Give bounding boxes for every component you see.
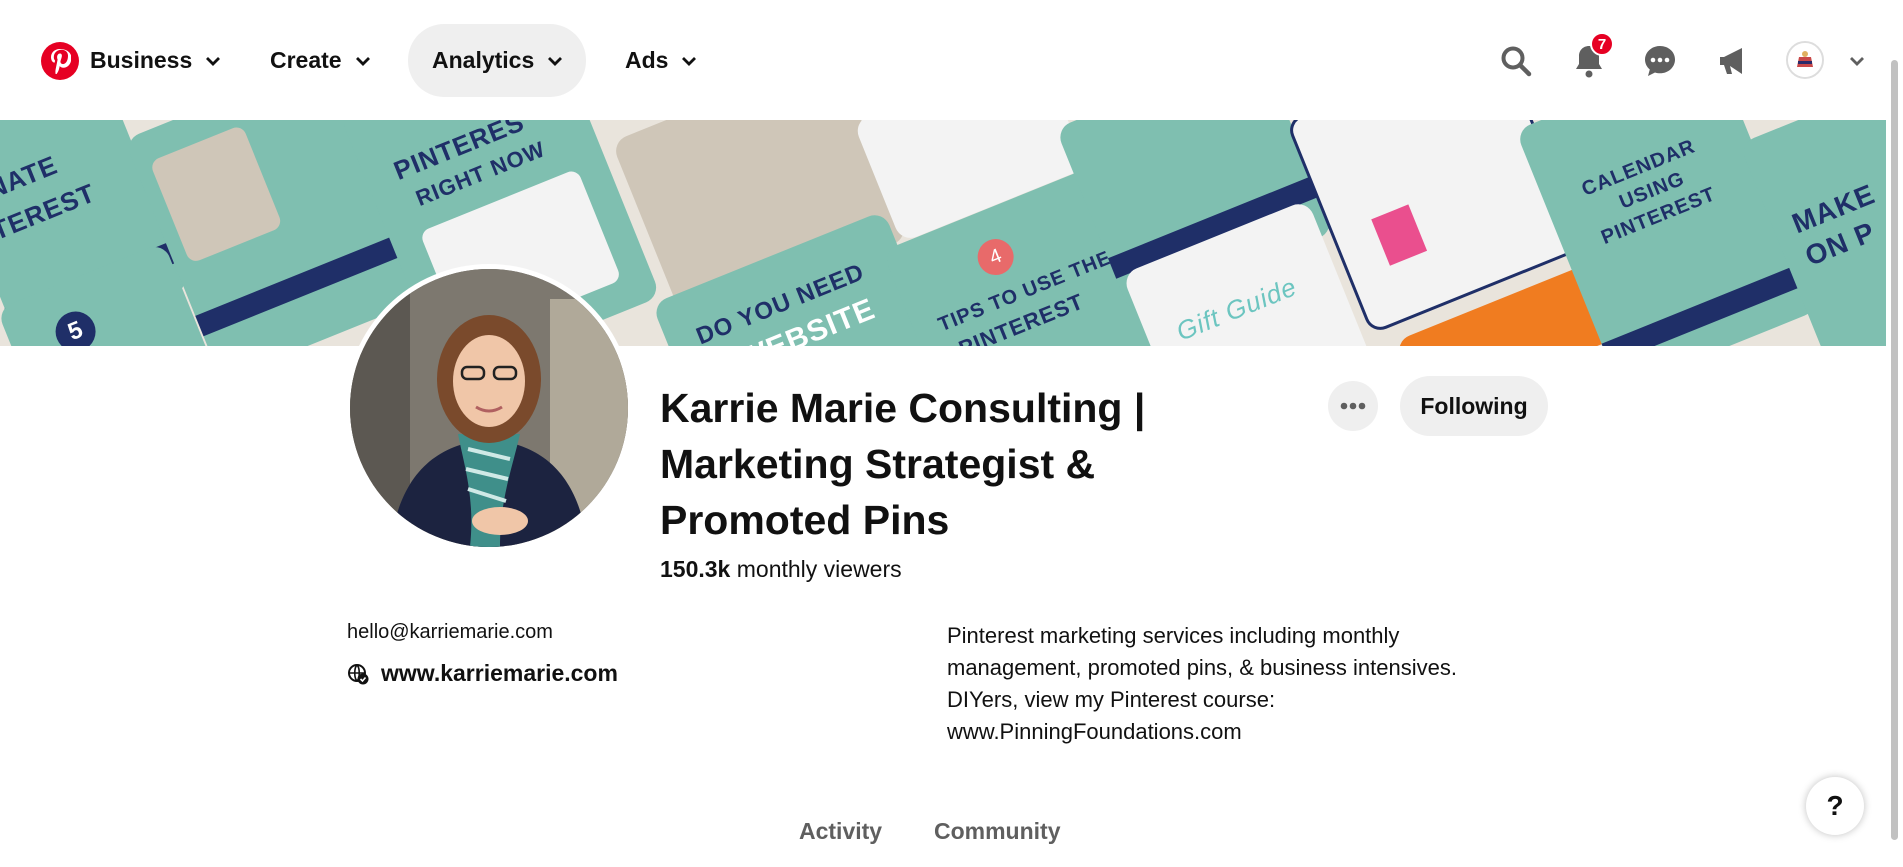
viewers-count: 150.3k bbox=[660, 556, 731, 582]
chevron-down-icon bbox=[355, 56, 370, 66]
nav-create-label: Create bbox=[270, 47, 342, 73]
profile-bio: Pinterest marketing services including m… bbox=[947, 623, 1457, 744]
profile-avatar bbox=[345, 264, 633, 552]
message-icon[interactable] bbox=[1641, 42, 1679, 80]
nav-ads-label: Ads bbox=[625, 47, 669, 73]
globe-verified-icon bbox=[348, 663, 369, 684]
profile-name: Karrie Marie Consulting | Marketing Stra… bbox=[660, 385, 1146, 543]
tab-community[interactable]: Community bbox=[934, 818, 1061, 845]
profile-cover-image: IMINATE INTEREST 5 PINTERES RIGHT NOW DO… bbox=[0, 120, 1903, 346]
nav-ads[interactable]: Ads bbox=[601, 24, 720, 97]
contact-email[interactable]: hello@karriemarie.com bbox=[347, 621, 553, 644]
monthly-viewers: 150.3k monthly viewers bbox=[660, 556, 902, 583]
nav-analytics-label: Analytics bbox=[432, 47, 535, 73]
search-icon[interactable] bbox=[1497, 42, 1535, 80]
more-options-button[interactable] bbox=[1328, 381, 1378, 431]
scrollbar-thumb[interactable] bbox=[1891, 60, 1898, 840]
account-chevron-down-icon[interactable] bbox=[1842, 42, 1872, 80]
website-url: www.karriemarie.com bbox=[381, 660, 618, 686]
chevron-down-icon bbox=[206, 56, 221, 66]
cover-pin-text: Gift Guide bbox=[1171, 271, 1302, 346]
megaphone-icon[interactable] bbox=[1713, 42, 1751, 80]
notification-badge: 7 bbox=[1590, 32, 1614, 56]
user-avatar[interactable] bbox=[1786, 41, 1824, 79]
top-navigation: Business Create Analytics Ads 7 bbox=[0, 0, 1903, 120]
nav-business-label: Business bbox=[90, 47, 193, 73]
nav-analytics[interactable]: Analytics bbox=[408, 24, 587, 97]
chevron-down-icon bbox=[682, 56, 697, 66]
cover-pin-number: 5 bbox=[49, 305, 102, 346]
website-link[interactable]: www.karriemarie.com bbox=[347, 660, 618, 687]
cover-pin-number: 4 bbox=[972, 233, 1020, 281]
chevron-down-icon bbox=[548, 56, 563, 66]
more-dots-icon bbox=[1340, 402, 1366, 410]
nav-business[interactable]: Business bbox=[66, 24, 244, 97]
tab-activity[interactable]: Activity bbox=[799, 818, 882, 845]
viewers-label: monthly viewers bbox=[736, 556, 902, 582]
help-button[interactable]: ? bbox=[1806, 777, 1864, 835]
following-button[interactable]: Following bbox=[1400, 376, 1548, 436]
nav-create[interactable]: Create bbox=[246, 24, 394, 97]
